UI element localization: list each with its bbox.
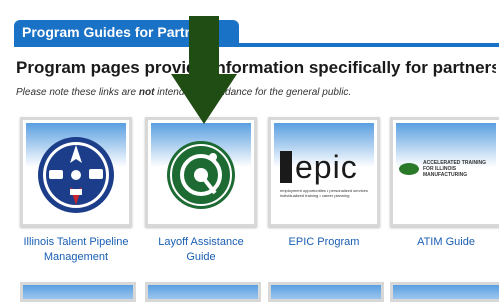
section-tab-underline <box>14 43 499 47</box>
card-label[interactable]: ATIM Guide <box>390 235 499 250</box>
card-atim-guide[interactable]: ACCELERATED TRAINING FOR ILLINOIS MANUFA… <box>390 117 499 250</box>
note-emphasis: not <box>138 87 155 98</box>
card-row2-1[interactable] <box>20 282 136 302</box>
card-row2-2[interactable] <box>145 282 261 302</box>
card-epic-program[interactable]: EPIC employment opportunities • personal… <box>268 117 380 250</box>
card-thumbnail[interactable] <box>20 117 132 227</box>
card-talent-pipeline[interactable]: Illinois Talent Pipeline Management <box>20 117 132 265</box>
page-heading: Program pages provide information specif… <box>16 58 496 77</box>
epic-subtext-2: individualized training • career plannin… <box>280 193 350 198</box>
card-row2-3[interactable] <box>268 282 384 302</box>
card-label[interactable]: EPIC Program <box>268 235 380 250</box>
card-thumbnail[interactable] <box>145 117 257 227</box>
epic-icon: EPIC employment opportunities • personal… <box>280 150 368 210</box>
atim-badge-text: ACCELERATED TRAINING FOR ILLINOIS MANUFA… <box>423 160 486 178</box>
top-strip <box>0 0 499 16</box>
card-layoff-assistance[interactable]: Layoff Assistance Guide <box>145 117 257 265</box>
disclaimer-note: Please note these links are not intended… <box>16 87 496 98</box>
card-thumbnail[interactable]: EPIC employment opportunities • personal… <box>268 117 380 227</box>
talent-pipeline-icon <box>38 137 114 213</box>
card-label[interactable]: Layoff Assistance Guide <box>145 235 257 265</box>
down-arrow-icon <box>171 16 237 124</box>
layoff-assistance-icon <box>167 141 235 209</box>
note-prefix: Please note these links are <box>16 87 139 98</box>
epic-logo-text: EPIC <box>295 149 358 185</box>
card-thumbnail[interactable]: ACCELERATED TRAINING FOR ILLINOIS MANUFA… <box>390 117 499 227</box>
card-label[interactable]: Illinois Talent Pipeline Management <box>20 235 132 265</box>
card-row2-4[interactable] <box>390 282 499 302</box>
atim-icon: ACCELERATED TRAINING FOR ILLINOIS MANUFA… <box>399 160 493 178</box>
